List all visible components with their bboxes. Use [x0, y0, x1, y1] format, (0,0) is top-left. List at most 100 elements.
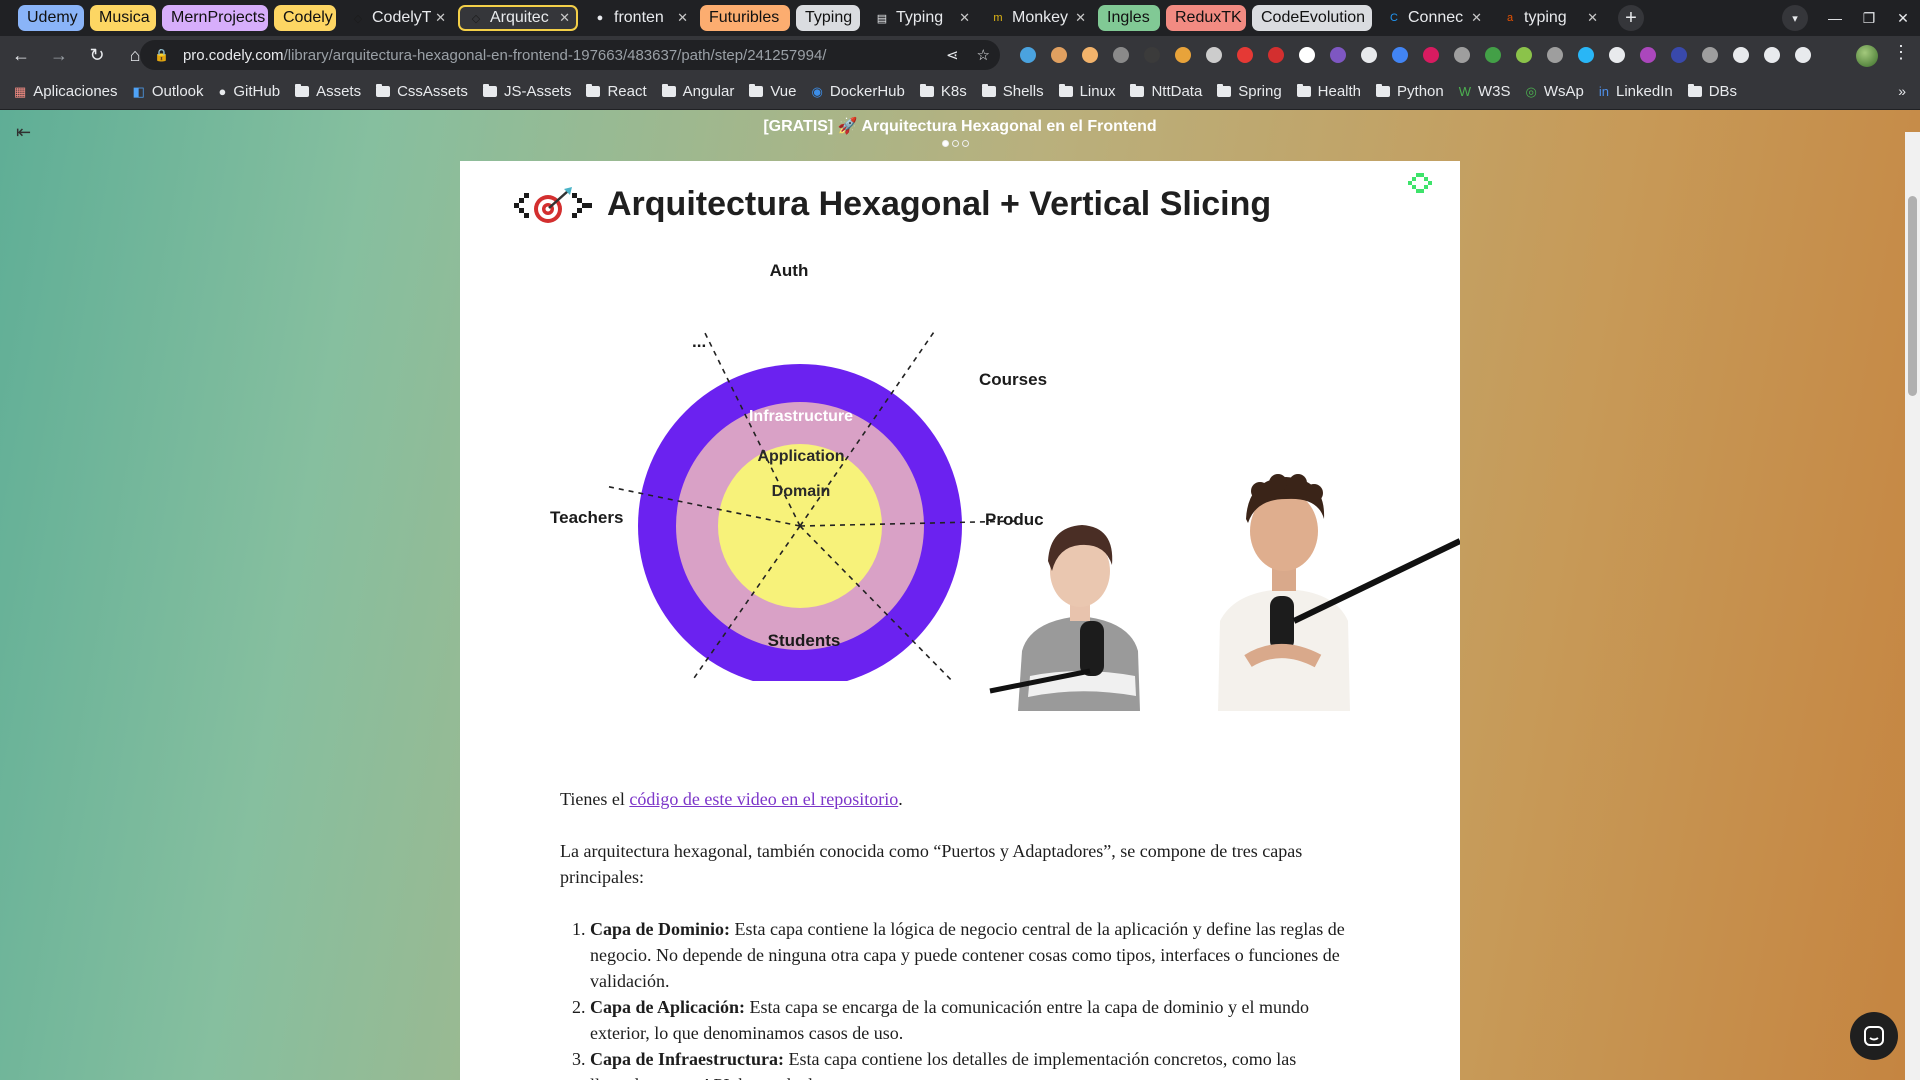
extension-icon[interactable] — [1485, 47, 1501, 63]
bookmark-assets[interactable]: Assets — [295, 83, 361, 100]
reload-icon[interactable]: ↻ — [80, 38, 114, 72]
extension-icon[interactable] — [1392, 47, 1408, 63]
bookmark-aplicaciones[interactable]: ▦ Aplicaciones — [14, 83, 118, 100]
bookmark-vue[interactable]: Vue — [749, 83, 796, 100]
bookmark-react[interactable]: React — [586, 83, 647, 100]
bookmark-dbs[interactable]: DBs — [1687, 83, 1737, 100]
progress-dot[interactable] — [942, 140, 949, 147]
extension-icon[interactable] — [1547, 47, 1563, 63]
extension-icon[interactable] — [1733, 47, 1749, 63]
bookmark-k8s[interactable]: K8s — [919, 83, 967, 100]
tab-close-icon[interactable]: ✕ — [677, 10, 688, 26]
extension-icon[interactable] — [1423, 47, 1439, 63]
page-scrollbar[interactable] — [1905, 132, 1920, 1080]
extension-icon[interactable] — [1330, 47, 1346, 63]
url-host: pro.codely.com — [182, 46, 284, 64]
tab[interactable]: ▤ Typing ✕ — [866, 5, 976, 31]
bookmark-shells[interactable]: Shells — [981, 83, 1044, 100]
tab-close-icon[interactable]: ✕ — [559, 10, 570, 26]
tab[interactable]: m Monkey ✕ — [982, 5, 1092, 31]
share-icon[interactable]: ⋖ — [946, 46, 959, 64]
bookmark-star-icon[interactable]: ☆ — [977, 46, 990, 64]
back-icon[interactable]: ← — [4, 38, 38, 72]
extension-icon[interactable] — [1051, 47, 1067, 63]
tab-group-musica[interactable]: Musica — [90, 5, 156, 31]
profile-avatar[interactable] — [1856, 45, 1878, 67]
extension-icon[interactable] — [1361, 47, 1377, 63]
tab-search-icon[interactable]: ▾ — [1782, 5, 1808, 31]
tab-close-icon[interactable]: ✕ — [959, 10, 970, 26]
extension-icon[interactable] — [1206, 47, 1222, 63]
lock-icon[interactable]: 🔒 — [154, 48, 169, 62]
extension-icon[interactable] — [1702, 47, 1718, 63]
extension-icon[interactable] — [1454, 47, 1470, 63]
tab-group-codeevolution[interactable]: CodeEvolution — [1252, 5, 1372, 31]
progress-dot[interactable] — [952, 140, 959, 147]
bookmark-spring[interactable]: Spring — [1217, 83, 1282, 100]
tab-group-label: Typing — [805, 9, 853, 26]
extension-icon[interactable] — [1144, 47, 1160, 63]
tab-active[interactable]: ◇ Arquitec ✕ — [458, 5, 578, 31]
bookmark-w3s[interactable]: W W3S — [1459, 83, 1511, 100]
extension-icon[interactable] — [1113, 47, 1129, 63]
bookmark-js-assets[interactable]: JS-Assets — [482, 83, 571, 100]
tab[interactable]: ◇ CodelyT ✕ — [342, 5, 452, 31]
minimize-icon[interactable]: — — [1818, 10, 1852, 26]
bookmark-linux[interactable]: Linux — [1058, 83, 1115, 100]
extension-icon[interactable] — [1671, 47, 1687, 63]
slice-label-courses: Courses — [979, 370, 1047, 389]
bookmark-python[interactable]: Python — [1376, 83, 1444, 100]
tab-close-icon[interactable]: ✕ — [1075, 10, 1086, 26]
extension-icon[interactable] — [1764, 47, 1780, 63]
address-bar[interactable]: 🔒 pro.codely.com /library/arquitectura-h… — [140, 40, 1000, 70]
tab-close-icon[interactable]: ✕ — [1587, 10, 1598, 26]
bookmark-cssassets[interactable]: CssAssets — [376, 83, 468, 100]
bookmark-angular[interactable]: Angular — [661, 83, 735, 100]
extension-icon[interactable] — [1175, 47, 1191, 63]
tab-group-typing[interactable]: Typing — [796, 5, 860, 31]
bookmark-nttdata[interactable]: NttData — [1130, 83, 1202, 100]
tab[interactable]: ● fronten ✕ — [584, 5, 694, 31]
extension-icon[interactable] — [1795, 47, 1811, 63]
tab-group-ingles[interactable]: Ingles — [1098, 5, 1160, 31]
bookmark-wsap[interactable]: ◎ WsAp — [1526, 83, 1584, 100]
forward-icon[interactable]: → — [42, 38, 76, 72]
tab[interactable]: a typing ✕ — [1494, 5, 1604, 31]
bookmark-linkedin[interactable]: in LinkedIn — [1599, 83, 1673, 100]
bookmark-dockerhub[interactable]: ◉ DockerHub — [811, 83, 904, 100]
bookmark-github[interactable]: ● GitHub — [219, 83, 281, 100]
tab-group-mernprojects[interactable]: MernProjects — [162, 5, 268, 31]
progress-dot[interactable] — [962, 140, 969, 147]
bookmark-label: Angular — [682, 83, 735, 100]
extension-icon[interactable] — [1299, 47, 1315, 63]
browser-menu-icon[interactable]: ⋮ — [1892, 42, 1910, 63]
more-bookmarks-icon[interactable]: » — [1898, 83, 1906, 99]
extension-icon[interactable] — [1268, 47, 1284, 63]
restore-icon[interactable]: ❐ — [1852, 10, 1886, 27]
close-window-icon[interactable]: ✕ — [1886, 10, 1920, 27]
video-player[interactable]: Arquitectura Hexagonal + Vertical Slicin… — [460, 161, 1460, 711]
folder-icon — [295, 84, 310, 97]
tab-close-icon[interactable]: ✕ — [435, 10, 446, 26]
extension-icon[interactable] — [1020, 47, 1036, 63]
tab-group-reduxtk[interactable]: ReduxTK — [1166, 5, 1246, 31]
tab-group-codely[interactable]: Codely — [274, 5, 336, 31]
tab-group-udemy[interactable]: Udemy — [18, 5, 84, 31]
tab-group-futuribles[interactable]: Futuribles — [700, 5, 790, 31]
extension-icon[interactable] — [1578, 47, 1594, 63]
extension-icon[interactable] — [1609, 47, 1625, 63]
scrollbar-thumb[interactable] — [1908, 196, 1917, 396]
bookmark-outlook[interactable]: ◧ Outlook — [133, 83, 204, 100]
chat-support-button[interactable] — [1850, 1012, 1898, 1060]
tab[interactable]: C Connec ✕ — [1378, 5, 1488, 31]
extension-icon[interactable] — [1640, 47, 1656, 63]
tab-close-icon[interactable]: ✕ — [1471, 10, 1482, 26]
bookmark-health[interactable]: Health — [1296, 83, 1361, 100]
bookmark-label: Assets — [316, 83, 362, 100]
new-tab-button[interactable]: + — [1618, 5, 1644, 31]
extension-icon[interactable] — [1516, 47, 1532, 63]
monkey-favicon-icon: m — [993, 12, 1003, 24]
repository-link[interactable]: código de este video en el repositorio — [629, 789, 898, 809]
extension-icon[interactable] — [1237, 47, 1253, 63]
extension-icon[interactable] — [1082, 47, 1098, 63]
